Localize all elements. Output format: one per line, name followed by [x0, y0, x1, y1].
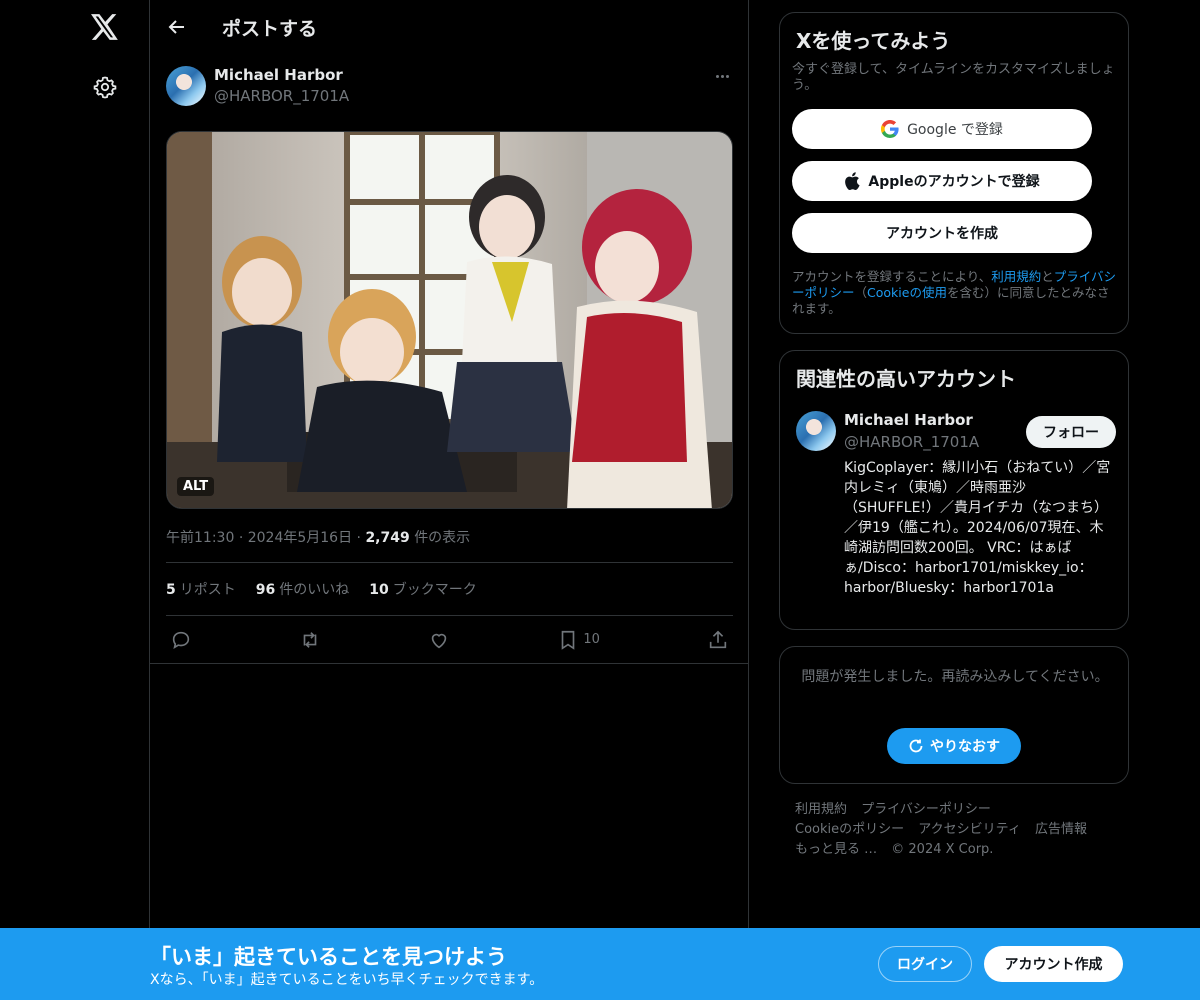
alt-badge[interactable]: ALT — [177, 477, 215, 496]
footer-cookie-link[interactable]: Cookieのポリシー — [795, 822, 904, 837]
footer-more-link[interactable]: もっと見る … — [795, 842, 877, 857]
post-stats: 5 リポスト 96 件のいいね 10 ブックマーク — [166, 562, 733, 616]
bookmark-icon — [562, 630, 575, 650]
bottom-bar-subtitle: Xなら、「いま」起きていることをいち早くチェックできます。 — [150, 972, 544, 988]
post-date[interactable]: 2024年5月16日 — [248, 530, 352, 546]
bottom-signup-bar: 「いま」起きていることを見つけよう Xなら、「いま」起きていることをいち早くチェ… — [0, 928, 1200, 1000]
related-accounts-card: 関連性の高いアカウント Michael Harbor @HARBOR_1701A… — [779, 350, 1129, 630]
related-name[interactable]: Michael Harbor — [844, 411, 973, 429]
footer-terms-link[interactable]: 利用規約 — [795, 802, 847, 817]
divider — [150, 663, 748, 664]
error-message: 問題が発生しました。再読み込みしてください。 — [801, 669, 1109, 685]
footer-ads-link[interactable]: 広告情報 — [1035, 822, 1087, 837]
x-logo-icon[interactable] — [90, 12, 120, 42]
terms-link[interactable]: 利用規約 — [991, 269, 1041, 284]
like-icon[interactable] — [428, 629, 450, 651]
author-name[interactable]: Michael Harbor — [214, 66, 343, 84]
related-title: 関連性の高いアカウント — [796, 367, 1016, 391]
error-card: 問題が発生しました。再読み込みしてください。 やりなおす — [779, 646, 1129, 784]
apple-signup-button[interactable]: Appleのアカウントで登録 — [792, 161, 1092, 201]
follow-button[interactable]: フォロー — [1026, 416, 1116, 448]
google-signup-button[interactable]: Google で登録 — [792, 109, 1092, 149]
page-title: ポストする — [222, 17, 318, 40]
retry-button[interactable]: やりなおす — [887, 728, 1021, 764]
back-arrow-icon[interactable] — [166, 16, 188, 38]
likes-stat[interactable]: 96 件のいいね — [256, 579, 349, 599]
related-bio: KigCoplayer：縁川小石（おねてい）／宮内レミィ（東鳩）／時雨亜沙（SH… — [844, 460, 1111, 596]
more-icon[interactable] — [710, 66, 734, 86]
post-image[interactable]: ALT — [166, 131, 733, 509]
left-nav — [0, 0, 150, 1000]
bottom-bar-title: 「いま」起きていることを見つけよう — [150, 945, 507, 969]
bookmarks-stat[interactable]: 10 ブックマーク — [369, 579, 476, 599]
retry-label: やりなおす — [930, 739, 1000, 755]
bookmark-action[interactable]: 10 — [557, 629, 600, 651]
related-handle[interactable]: @HARBOR_1701A — [844, 433, 979, 451]
terms-text: アカウントを登録することにより、利用規約とプライバシーポリシー（Cookieの使… — [792, 269, 1117, 316]
post-author: Michael Harbor @HARBOR_1701A — [166, 64, 734, 108]
share-icon[interactable] — [707, 629, 729, 651]
footer-links: 利用規約 プライバシーポリシー Cookieのポリシー アクセシビリティ 広告情… — [795, 800, 1115, 860]
reposts-stat[interactable]: 5 リポスト — [166, 579, 236, 599]
post-time[interactable]: 午前11:30 — [166, 530, 234, 546]
gear-icon[interactable] — [90, 72, 120, 102]
footer-accessibility-link[interactable]: アクセシビリティ — [918, 822, 1021, 837]
avatar[interactable] — [796, 411, 836, 451]
signup-title: Xを使ってみよう — [796, 29, 951, 53]
bookmark-count: 10 — [583, 632, 600, 647]
cookie-link[interactable]: Cookieの使用 — [867, 285, 947, 300]
main-column: ポストする Michael Harbor @HARBOR_1701A ALT 午… — [149, 0, 749, 1000]
google-signup-label: Google で登録 — [907, 122, 1003, 138]
apple-signup-label: Appleのアカウントで登録 — [868, 174, 1040, 190]
refresh-icon — [909, 739, 923, 753]
reply-icon[interactable] — [170, 629, 192, 651]
author-handle[interactable]: @HARBOR_1701A — [214, 87, 349, 105]
avatar[interactable] — [166, 66, 206, 106]
copyright: © 2024 X Corp. — [891, 842, 994, 857]
login-button[interactable]: ログイン — [878, 946, 972, 982]
footer-privacy-link[interactable]: プライバシーポリシー — [861, 802, 991, 817]
signup-subtitle: 今すぐ登録して、タイムラインをカスタマイズしましょう。 — [792, 62, 1115, 93]
post-meta: 午前11:30 · 2024年5月16日 · 2,749 件の表示 — [166, 530, 471, 546]
signup-button[interactable]: アカウント作成 — [984, 946, 1123, 982]
create-account-button[interactable]: アカウントを作成 — [792, 213, 1092, 253]
views-count: 2,749 — [365, 530, 410, 546]
google-icon — [881, 120, 899, 138]
post-actions: 10 — [166, 616, 733, 663]
repost-icon[interactable] — [299, 629, 321, 651]
signup-card: Xを使ってみよう 今すぐ登録して、タイムラインをカスタマイズしましょう。 Goo… — [779, 12, 1129, 334]
views-label: 件の表示 — [414, 530, 471, 546]
apple-icon — [845, 172, 860, 190]
header: ポストする — [150, 0, 748, 54]
